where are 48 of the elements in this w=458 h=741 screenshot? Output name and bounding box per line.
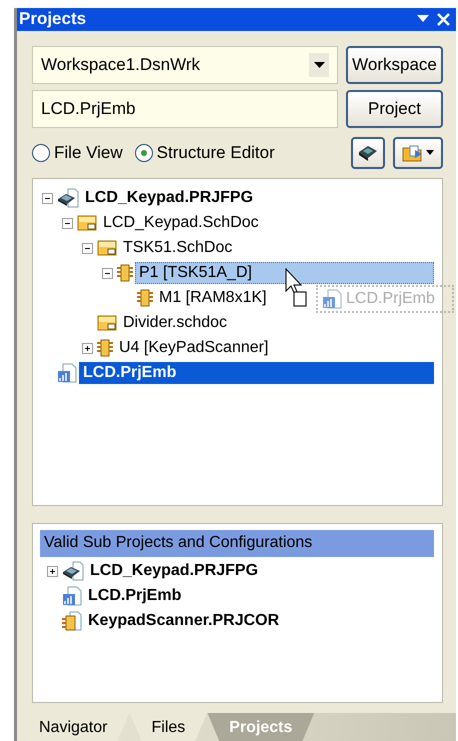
expand-toggle[interactable] xyxy=(82,342,93,354)
core-project-icon xyxy=(62,611,82,632)
folder-document-icon xyxy=(402,144,424,162)
view-option-radio[interactable]: File View xyxy=(32,142,123,163)
collapse-toggle[interactable] xyxy=(62,218,73,229)
expand-toggle[interactable] xyxy=(47,566,58,577)
folder-menu-button[interactable] xyxy=(393,136,443,169)
list-header: Valid Sub Projects and Configurations xyxy=(40,530,434,557)
chip-icon xyxy=(97,339,113,358)
schematic-icon xyxy=(97,314,117,332)
fpga-project-icon xyxy=(57,188,79,208)
chip-toolbar-button[interactable] xyxy=(351,136,385,169)
tree-item[interactable]: U4 [KeyPadScanner] xyxy=(115,337,272,360)
tree-item[interactable]: Divider.schdoc xyxy=(119,312,232,334)
schematic-icon xyxy=(97,239,117,258)
tree-item[interactable]: TSK51.SchDoc xyxy=(119,237,236,260)
chip-icon xyxy=(357,144,379,162)
sub-project-item[interactable]: LCD.PrjEmb xyxy=(84,585,186,608)
tree-item[interactable]: LCD_Keypad.PRJFPG xyxy=(81,187,258,210)
fpga-project-icon xyxy=(62,561,84,582)
collapse-toggle[interactable] xyxy=(42,192,53,204)
embedded-project-icon xyxy=(62,586,82,606)
view-option-radio[interactable]: Structure Editor xyxy=(134,142,275,163)
collapse-toggle[interactable] xyxy=(82,242,93,254)
workspace-button[interactable]: Workspace xyxy=(346,46,443,84)
selected-tree-item[interactable]: LCD.PrjEmb xyxy=(79,362,434,384)
sub-project-item[interactable]: LCD_Keypad.PRJFPG xyxy=(86,560,262,582)
panel-title: Projects xyxy=(19,9,88,30)
caret-icon[interactable] xyxy=(426,150,434,156)
drag-preview: LCD.PrjEmb xyxy=(316,284,454,313)
drag-cursor-icon xyxy=(285,268,309,308)
tree-item[interactable]: LCD_Keypad.SchDoc xyxy=(99,212,263,234)
sub-project-item[interactable]: KeypadScanner.PRJCOR xyxy=(84,610,284,632)
tab[interactable]: Files xyxy=(129,712,208,741)
chip-icon xyxy=(117,264,133,282)
project-field[interactable]: LCD.PrjEmb xyxy=(32,90,338,128)
embedded-project-icon xyxy=(322,288,342,309)
close-icon[interactable] xyxy=(437,12,450,26)
drop-target-tree-item[interactable]: P1 [TSK51A_D] xyxy=(135,262,434,284)
dropdown-arrow-icon[interactable] xyxy=(314,62,324,68)
collapse-toggle[interactable] xyxy=(102,268,113,279)
dropdown-icon[interactable] xyxy=(417,15,429,24)
tree-item[interactable]: M1 [RAM8x1K] xyxy=(155,287,271,310)
chip-icon xyxy=(137,289,153,308)
schematic-icon xyxy=(77,214,97,232)
workspace-dropdown[interactable]: Workspace1.DsnWrk xyxy=(32,46,338,84)
embedded-project-icon xyxy=(57,363,77,384)
project-button[interactable]: Project xyxy=(346,90,443,128)
